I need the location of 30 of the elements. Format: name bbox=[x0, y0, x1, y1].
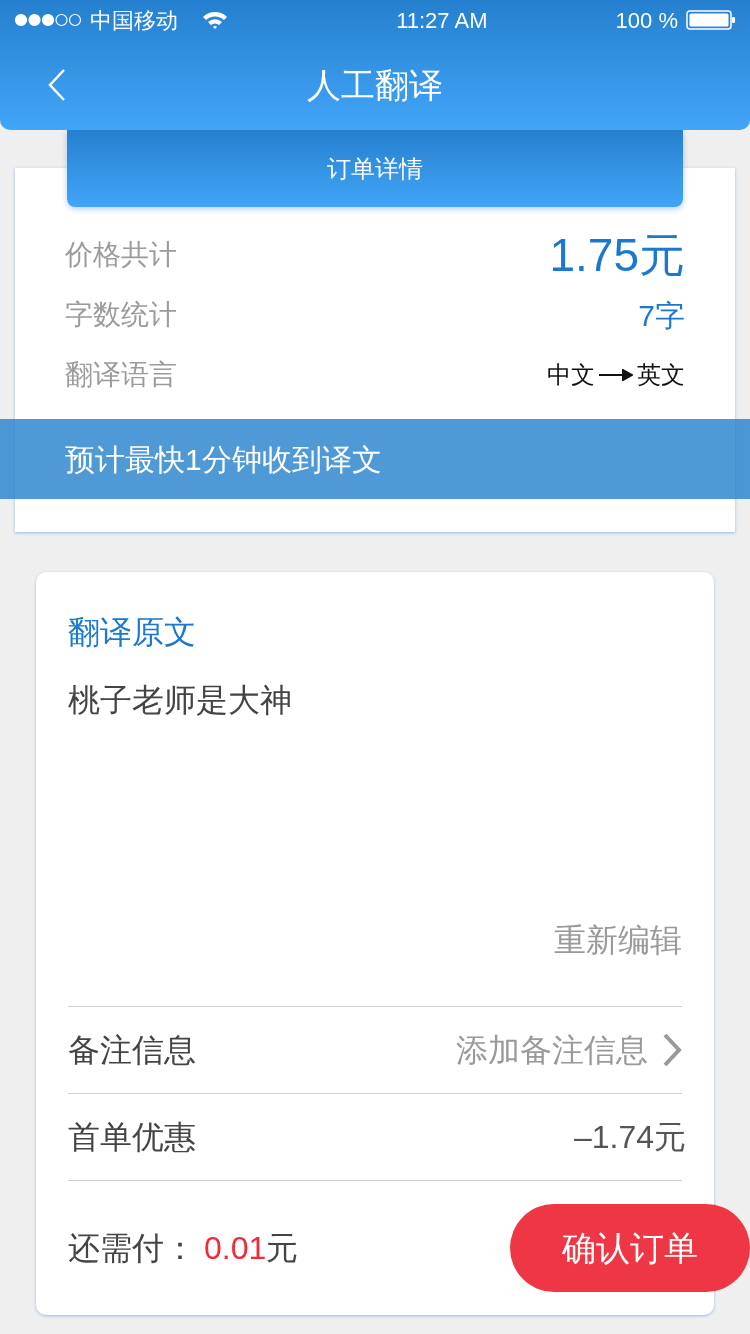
summary-label: 价格共计 bbox=[65, 238, 177, 272]
chevron-right-icon bbox=[662, 1033, 682, 1067]
notice-banner: 预计最快1分钟收到译文 bbox=[0, 419, 750, 499]
wifi-icon bbox=[202, 11, 228, 29]
pay-amount: 0.01 bbox=[204, 1229, 267, 1268]
price-total: 1.75元 bbox=[549, 227, 685, 283]
carrier-name: 中国移动 bbox=[90, 6, 178, 35]
confirm-order-button[interactable]: 确认订单 bbox=[510, 1204, 750, 1292]
summary-label: 翻译语言 bbox=[65, 358, 177, 392]
re-edit-link[interactable]: 重新编辑 bbox=[554, 916, 682, 964]
summary-label: 字数统计 bbox=[65, 298, 177, 332]
pay-unit: 元 bbox=[266, 1229, 299, 1268]
source-text: 桃子老师是大神 bbox=[68, 681, 293, 720]
target-language: 英文 bbox=[637, 360, 685, 390]
page-title: 人工翻译 bbox=[307, 64, 443, 106]
source-language: 中文 bbox=[547, 360, 595, 390]
discount-value: –1.74元 bbox=[573, 1118, 686, 1157]
pay-label: 还需付： bbox=[68, 1229, 196, 1268]
source-heading: 翻译原文 bbox=[68, 613, 197, 652]
info-row[interactable]: 备注信息 添加备注信息 bbox=[68, 1007, 682, 1094]
clock-time: 11:27 AM bbox=[395, 6, 488, 35]
word-count: 7字 bbox=[638, 297, 685, 334]
signal-icon bbox=[14, 13, 82, 27]
remark-placeholder: 添加备注信息 bbox=[456, 1031, 648, 1070]
battery-percent: 100 % bbox=[615, 6, 678, 35]
row-label: 备注信息 bbox=[68, 1031, 196, 1070]
row-label: 首单优惠 bbox=[68, 1118, 196, 1157]
battery-icon bbox=[686, 10, 736, 30]
arrow-icon bbox=[599, 369, 633, 381]
back-icon bbox=[47, 68, 67, 102]
